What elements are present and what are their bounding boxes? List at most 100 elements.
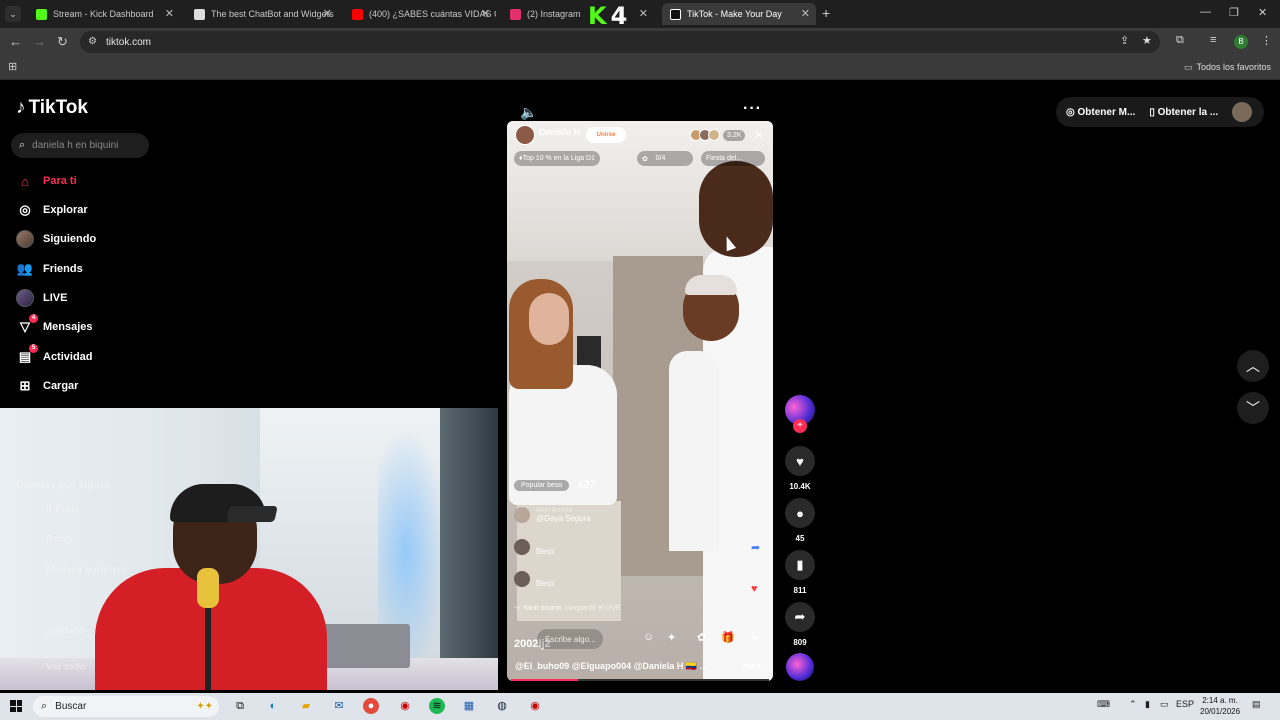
viewer-list[interactable]: 3.2K (690, 129, 746, 141)
more-caption-link[interactable]: más (743, 661, 761, 671)
sound-disc[interactable] (786, 653, 814, 681)
install-app-icon[interactable]: ⇪ (1120, 34, 1129, 47)
live-progress-bar[interactable] (511, 679, 769, 681)
task-view-icon[interactable]: ⧉ (232, 698, 248, 714)
back-icon[interactable]: ← (9, 34, 22, 49)
restore-icon[interactable]: ❐ (1229, 6, 1239, 19)
like-button[interactable]: ♥ (785, 446, 815, 476)
tab-search-button[interactable]: ⌄ (5, 6, 21, 22)
apps-grid-icon[interactable]: ⊞ (8, 60, 17, 73)
chrome-icon[interactable]: ● (363, 698, 379, 714)
all-bookmarks-button[interactable]: ▭ Todos los favoritos (1184, 62, 1271, 73)
gift-box-icon[interactable]: 🎁 (721, 631, 735, 644)
close-window-icon[interactable]: ✕ (1258, 6, 1267, 19)
site-info-icon[interactable]: ⚙ (88, 36, 97, 47)
volume-icon[interactable]: 🔈 (520, 104, 537, 121)
user-avatar[interactable] (1232, 102, 1252, 122)
sidebar-item-cargar[interactable]: ⊞ Cargar (16, 375, 79, 397)
keyboard-icon[interactable]: ⌨ (1097, 699, 1110, 710)
get-app-button[interactable]: ▯ Obtener la ... (1149, 107, 1218, 118)
sidebar-item-live[interactable]: LIVE (16, 287, 67, 309)
sidebar-item-explorar[interactable]: ◎ Explorar (16, 199, 87, 221)
recorder-icon[interactable]: ◉ (397, 698, 413, 714)
share-icon: ➦ (794, 609, 806, 624)
forward-icon[interactable]: → (33, 34, 46, 49)
reload-icon[interactable]: ↻ (57, 34, 68, 50)
notifications-icon[interactable]: ▤ (1252, 699, 1261, 710)
goal-pill[interactable]: ✿ 0/4 (637, 151, 693, 166)
next-video-button[interactable]: ﹀ (1237, 392, 1269, 424)
bookmark-star-icon[interactable]: ★ (1142, 34, 1152, 47)
microphone (197, 568, 219, 608)
host-avatar[interactable] (515, 125, 535, 145)
mic-tray-icon[interactable]: ▮ (1145, 699, 1150, 710)
live-video-player[interactable]: Daniela H ♥ 17.2K Unirse 3.2K ✕ ♦ Top 10… (507, 121, 773, 681)
tools-icon[interactable]: ✦ (667, 631, 676, 644)
minimize-icon[interactable]: — (1200, 6, 1211, 18)
faded-account: Melissa gutierrez (46, 565, 128, 576)
browser-menu-icon[interactable]: ⋮ (1261, 34, 1272, 47)
follow-plus-icon[interactable]: + (793, 419, 807, 433)
close-tab-icon[interactable]: ✕ (481, 7, 490, 20)
video-caption[interactable]: @El_buho09 @Elguapo004 @Daniela H 🇨🇴 ... (515, 661, 707, 672)
share-live-icon[interactable]: ➦ (750, 631, 759, 644)
close-tab-icon[interactable]: ✕ (801, 7, 810, 20)
share-button[interactable]: ➦ (785, 602, 815, 632)
tab-youtube[interactable]: (400) ¿SABES cuántas VIDAS CU ✕ (344, 3, 496, 25)
search-input[interactable]: ⌕ daniela h en biquini (11, 133, 149, 158)
get-coins-button[interactable]: ◎ Obtener M... (1066, 107, 1135, 118)
sidebar-item-mensajes[interactable]: ▽ 4 Mensajes (16, 314, 93, 338)
close-tab-icon[interactable]: ✕ (323, 7, 332, 20)
join-button[interactable]: Unirse (586, 127, 627, 143)
language-indicator[interactable]: ESP (1176, 699, 1194, 709)
taskbar-search[interactable]: ⌕ Buscar ✦✦ (33, 696, 219, 717)
live-host-bar[interactable]: Daniela H ♥ 17.2K Unirse (515, 125, 627, 145)
store-icon[interactable]: ▦ (461, 698, 477, 714)
brand-name: TikTok (28, 97, 88, 118)
emoji-icon[interactable]: ☺ (643, 631, 654, 643)
sidebar-item-para-ti[interactable]: ⌂ Para ti (16, 170, 77, 192)
save-button[interactable]: ▮ (785, 550, 815, 580)
url-field[interactable]: ⚙ tiktok.com (80, 31, 1160, 53)
tray-overflow-icon[interactable]: ⌃ (1129, 699, 1137, 710)
sidebar-item-friends[interactable]: 👥 Friends (16, 258, 83, 280)
tab-chatbot[interactable]: The best ChatBot and Widgets ✕ (186, 3, 338, 25)
file-explorer-icon[interactable]: ▰ (298, 698, 314, 714)
tab-tiktok-active[interactable]: TikTok - Make Your Day ✕ (662, 3, 816, 25)
share-bubble-icon[interactable]: ➦ (751, 541, 760, 554)
rose-gift-icon[interactable]: ✿ (697, 631, 706, 644)
rank-pill[interactable]: ♦ Top 10 % en la Liga D1 (514, 151, 600, 166)
more-options-icon[interactable]: ··· (743, 100, 762, 118)
app-icon[interactable]: ◉ (527, 698, 543, 714)
host-name[interactable]: Daniela H (539, 127, 580, 137)
close-live-icon[interactable]: ✕ (754, 128, 764, 142)
sidebar-item-actividad[interactable]: ▤ 5 Actividad (16, 344, 93, 368)
previous-video-button[interactable]: ︿ (1237, 350, 1269, 382)
profile-avatar[interactable]: B (1234, 35, 1248, 49)
new-tab-button[interactable]: + (822, 5, 830, 21)
network-icon[interactable]: ▭ (1160, 699, 1169, 710)
tab-kick-dashboard[interactable]: Stream - Kick Dashboard ✕ (28, 3, 180, 25)
system-clock[interactable]: 2:14 a. m. 20/01/2026 (1200, 695, 1240, 717)
media-control-icon[interactable]: ≡ (1210, 34, 1216, 46)
upload-icon: ⊞ (19, 378, 31, 393)
edge-icon[interactable]: ◐ (265, 698, 281, 714)
share-count: 809 (793, 638, 807, 647)
close-tab-icon[interactable]: ✕ (165, 7, 174, 20)
steam-icon[interactable]: ◍ (494, 698, 510, 714)
mail-icon[interactable]: ✉ (331, 698, 347, 714)
sidebar-item-siguiendo[interactable]: Siguiendo (16, 228, 96, 250)
event-pill[interactable]: Fiesta del... (701, 151, 765, 166)
sidebar-item-label: Friends (43, 263, 83, 275)
search-icon: ⌕ (41, 700, 48, 712)
heart-bubble-icon[interactable]: ♥ (751, 583, 758, 595)
extensions-icon[interactable]: ⧉ (1176, 34, 1184, 47)
close-tab-icon[interactable]: ✕ (639, 7, 648, 20)
tab-instagram[interactable]: (2) Instagram ✕ (502, 3, 654, 25)
tiktok-logo[interactable]: ♪ TikTok (16, 97, 88, 119)
address-bar-row: ← → ↻ ⚙ tiktok.com (0, 28, 1280, 56)
comment-input[interactable]: Escribe algo... (537, 629, 603, 649)
comment-button[interactable]: ● (785, 498, 815, 528)
spotify-icon[interactable]: ≋ (429, 698, 445, 714)
windows-start-icon[interactable] (10, 700, 22, 712)
